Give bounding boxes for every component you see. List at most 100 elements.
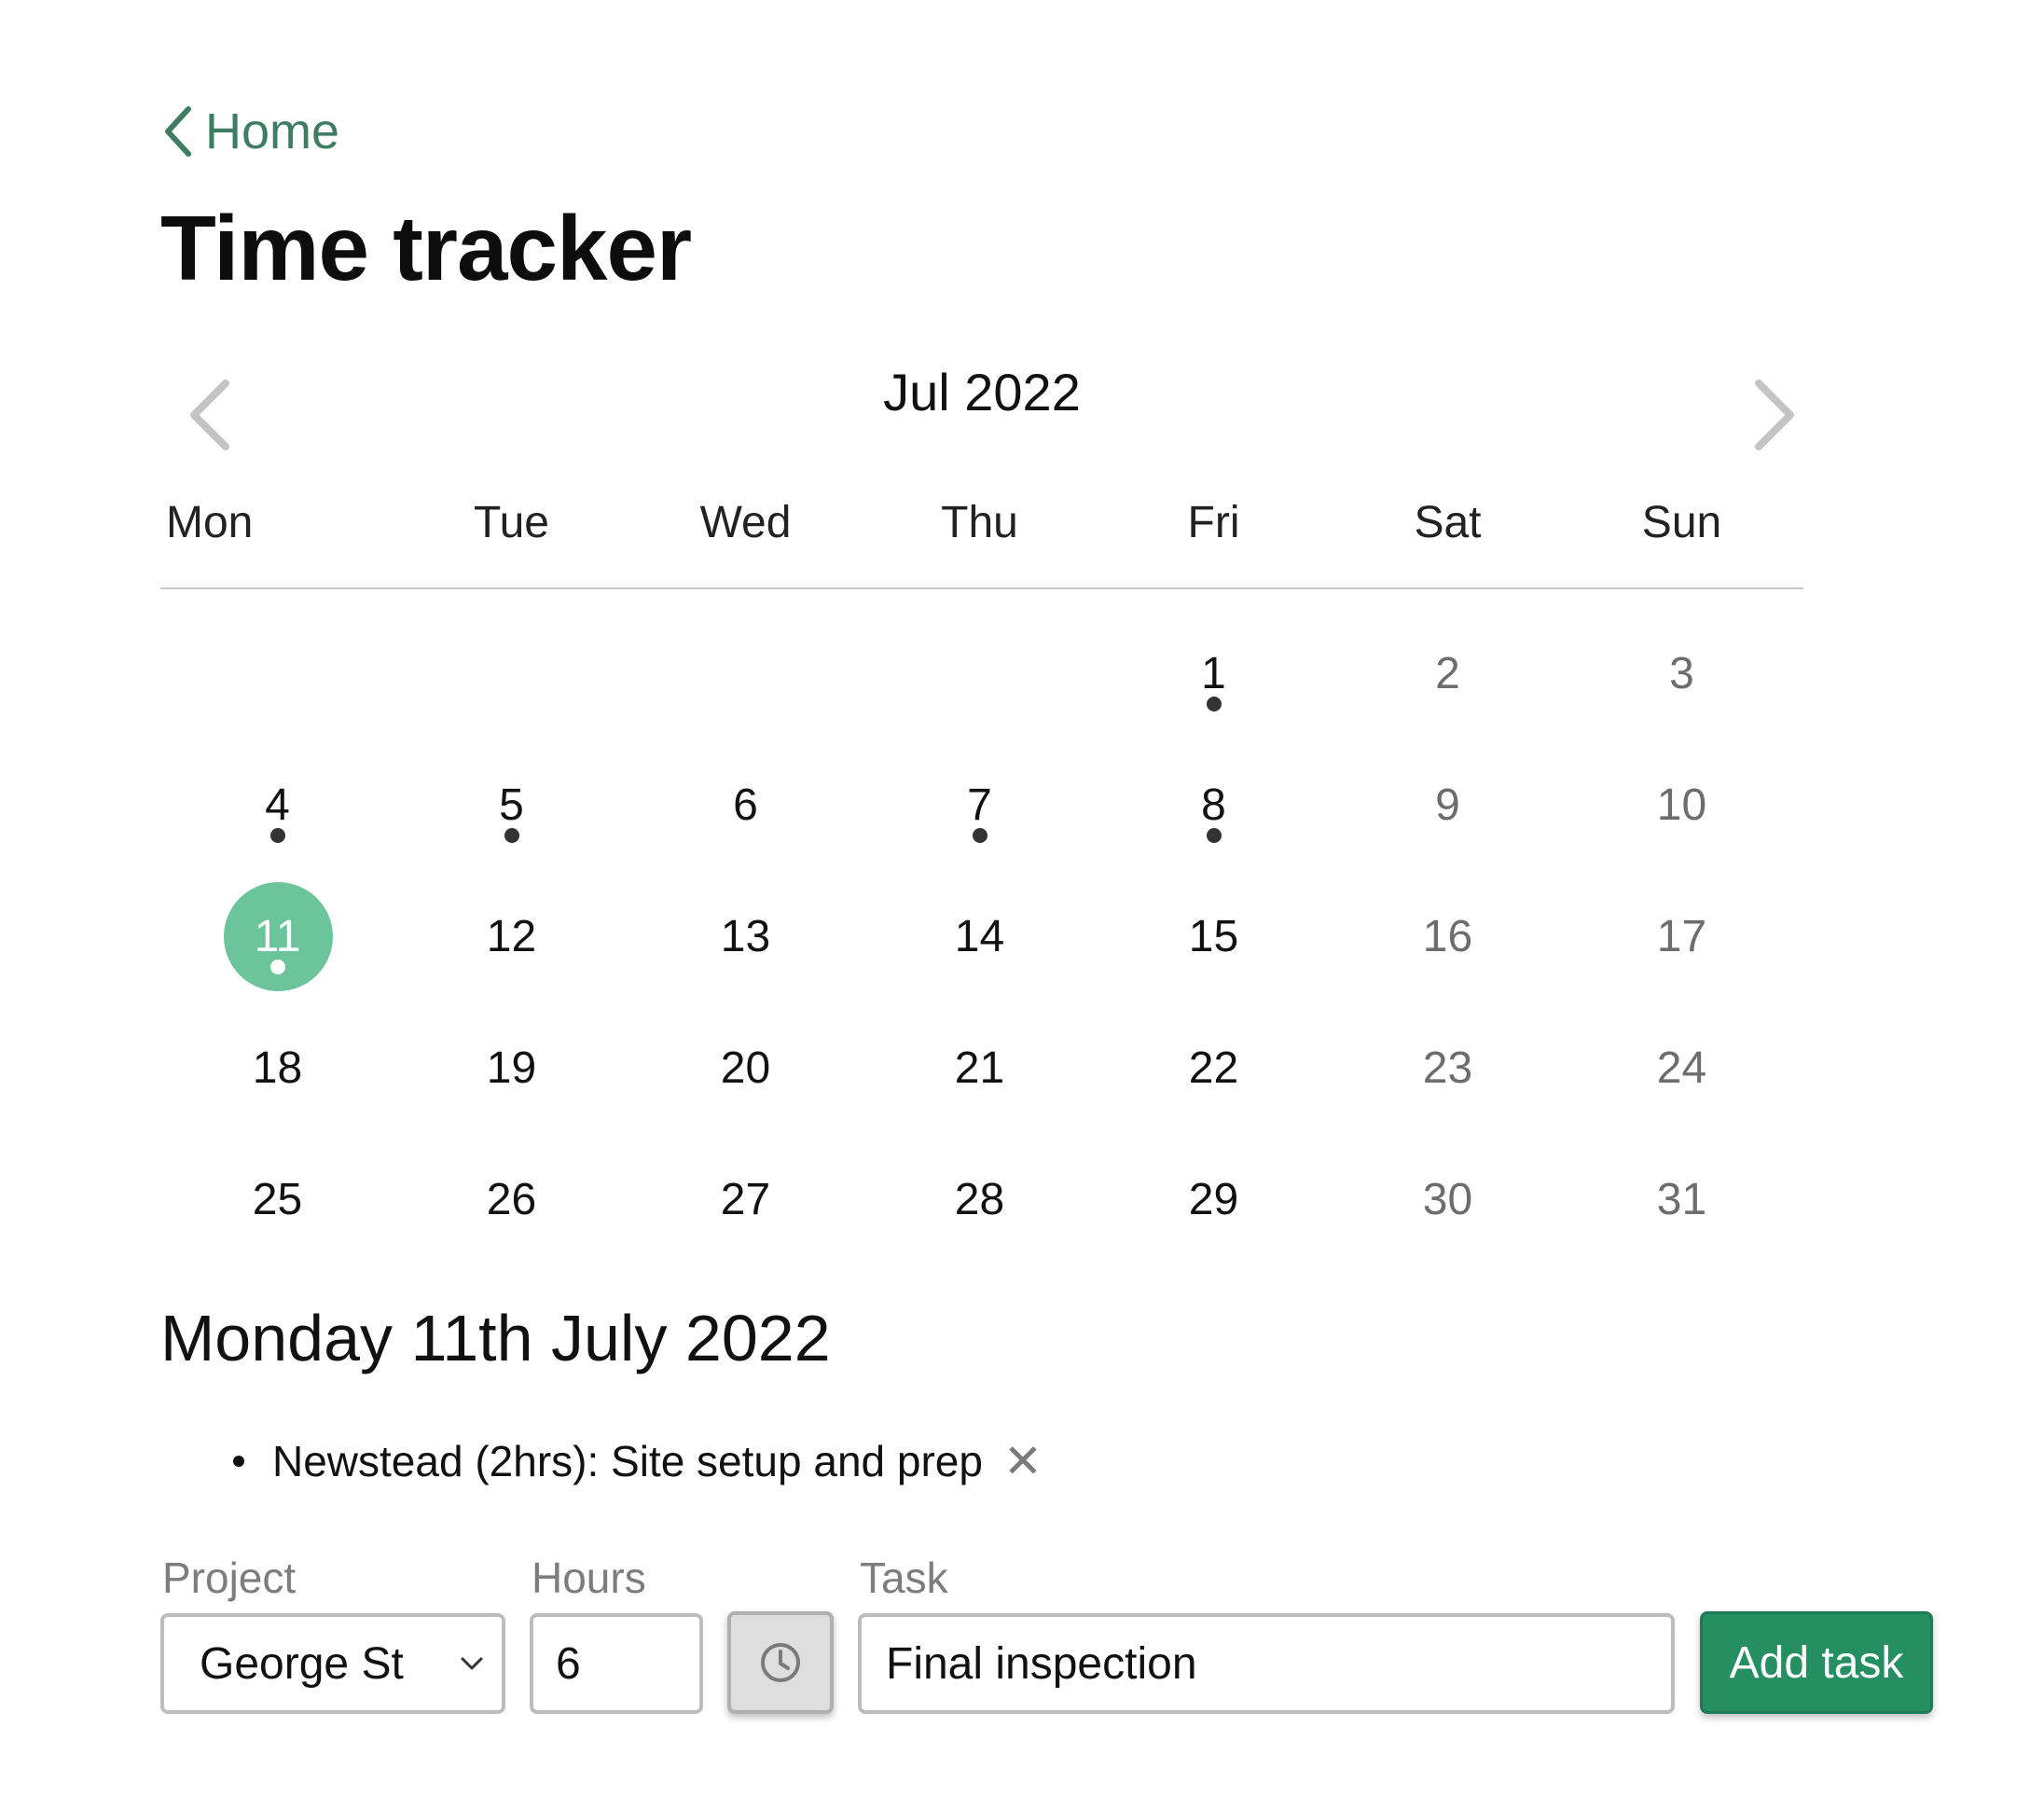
calendar-day-number: 19 <box>486 1043 537 1093</box>
project-label: Project <box>162 1554 297 1602</box>
calendar-empty-cell <box>394 608 628 739</box>
calendar-day-number: 5 <box>499 780 524 830</box>
weekday-label: Wed <box>699 497 792 547</box>
calendar-day[interactable]: 13 <box>628 871 863 1002</box>
entry-indicator-dot <box>1206 828 1222 843</box>
next-month-button[interactable] <box>1733 373 1816 457</box>
entry-indicator-dot <box>269 828 285 843</box>
back-home-link[interactable]: Home <box>160 103 339 160</box>
calendar-day[interactable]: 2 <box>1331 608 1565 739</box>
back-home-label: Home <box>205 104 340 159</box>
calendar-day[interactable]: 22 <box>1097 1002 1331 1134</box>
calendar-day-number: 13 <box>720 912 771 961</box>
task-label: Task <box>860 1554 948 1602</box>
calendar-day[interactable]: 30 <box>1331 1134 1565 1265</box>
calendar-day[interactable]: 18 <box>160 1002 394 1134</box>
calendar-day[interactable]: 31 <box>1565 1134 1799 1265</box>
calendar-day[interactable]: 5 <box>394 739 628 871</box>
clock-icon <box>761 1643 800 1682</box>
calendar-day[interactable]: 4 <box>160 739 394 871</box>
calendar-day-number: 20 <box>720 1043 771 1093</box>
calendar-divider <box>160 587 1803 589</box>
calendar-day-number: 2 <box>1435 649 1460 698</box>
calendar-day-number: 3 <box>1669 649 1694 698</box>
weekday-label: Sat <box>1414 497 1482 547</box>
calendar-day[interactable]: 20 <box>628 1002 863 1134</box>
calendar-day[interactable]: 23 <box>1331 1002 1565 1134</box>
entry-indicator-dot <box>504 828 519 843</box>
add-task-button[interactable]: Add task <box>1700 1611 1933 1714</box>
weekday-label: Thu <box>941 497 1018 547</box>
calendar-day-number: 9 <box>1435 780 1460 830</box>
list-item: Newstead (2hrs): Site setup and prep ✕ <box>233 1436 1043 1486</box>
task-entry-text: Newstead (2hrs): Site setup and prep <box>272 1437 983 1485</box>
calendar-day-number: 6 <box>733 780 758 830</box>
hours-input[interactable] <box>530 1613 703 1714</box>
calendar-day-number: 11 <box>254 912 301 961</box>
calendar-day[interactable]: 10 <box>1565 739 1799 871</box>
calendar-day-number: 26 <box>486 1175 537 1224</box>
calendar-day-number: 31 <box>1656 1175 1707 1224</box>
calendar-day-number: 8 <box>1201 780 1226 830</box>
task-input[interactable] <box>858 1613 1675 1714</box>
project-select-value: George St <box>200 1638 404 1689</box>
calendar-day[interactable]: 9 <box>1331 739 1565 871</box>
hours-label: Hours <box>532 1554 646 1602</box>
calendar-day[interactable]: 29 <box>1097 1134 1331 1265</box>
chevron-right-icon <box>1755 380 1794 450</box>
weekday-label: Fri <box>1187 497 1240 547</box>
calendar-day-grid: 1 2 3 4 5 6 7 8 9 10 11 12 13 14 15 16 17 18 19 20 21 22 23 24 2… <box>160 608 1803 1265</box>
calendar-day[interactable]: 16 <box>1331 871 1565 1002</box>
calendar-day[interactable]: 25 <box>160 1134 394 1265</box>
calendar-day-number: 15 <box>1188 912 1239 961</box>
calendar-day[interactable]: 28 <box>863 1134 1097 1265</box>
chevron-left-icon <box>165 106 191 157</box>
weekday-header-row: Mon Tue Wed Thu Fri Sat Sun <box>160 476 1803 569</box>
calendar-empty-cell <box>863 608 1097 739</box>
calendar-day[interactable]: 12 <box>394 871 628 1002</box>
calendar-day-number: 17 <box>1656 912 1707 961</box>
selected-date-heading: Monday 11th July 2022 <box>160 1302 831 1374</box>
calendar-day[interactable]: 27 <box>628 1134 863 1265</box>
bullet-icon <box>233 1456 244 1467</box>
remove-entry-icon[interactable]: ✕ <box>1003 1438 1043 1484</box>
entry-indicator-dot <box>1206 697 1222 711</box>
calendar-day[interactable]: 3 <box>1565 608 1799 739</box>
calendar-day-number: 27 <box>720 1175 771 1224</box>
calendar-day[interactable]: 17 <box>1565 871 1799 1002</box>
weekday-label: Sun <box>1641 497 1722 547</box>
calendar-day-selected[interactable]: 11 <box>160 871 394 1002</box>
calendar-day[interactable]: 6 <box>628 739 863 871</box>
project-select[interactable]: George St <box>160 1613 505 1714</box>
calendar-day[interactable]: 8 <box>1097 739 1331 871</box>
calendar-day-number: 30 <box>1422 1175 1473 1224</box>
calendar-day-number: 1 <box>1201 649 1226 698</box>
calendar-day-number: 18 <box>252 1043 303 1093</box>
calendar: Jul 2022 Mon Tue Wed Thu Fri Sat Sun 123… <box>160 354 1803 1265</box>
calendar-day-number: 10 <box>1656 780 1707 830</box>
calendar-day[interactable]: 15 <box>1097 871 1331 1002</box>
calendar-day-number: 22 <box>1188 1043 1239 1093</box>
time-picker-button[interactable] <box>727 1611 834 1714</box>
page-title: Time tracker <box>160 197 692 299</box>
weekday-label: Tue <box>474 497 549 547</box>
calendar-day-number: 21 <box>954 1043 1005 1093</box>
calendar-empty-cell <box>628 608 863 739</box>
calendar-day[interactable]: 7 <box>863 739 1097 871</box>
weekday-label: Mon <box>166 497 254 547</box>
calendar-day-number: 29 <box>1188 1175 1239 1224</box>
calendar-day[interactable]: 14 <box>863 871 1097 1002</box>
calendar-day-number: 12 <box>486 912 537 961</box>
calendar-day[interactable]: 24 <box>1565 1002 1799 1134</box>
calendar-day-number: 16 <box>1422 912 1473 961</box>
calendar-day[interactable]: 26 <box>394 1134 628 1265</box>
calendar-day-number: 23 <box>1422 1043 1473 1093</box>
calendar-day[interactable]: 21 <box>863 1002 1097 1134</box>
month-label: Jul 2022 <box>883 363 1081 421</box>
calendar-day[interactable]: 1 <box>1097 608 1331 739</box>
calendar-header: Jul 2022 <box>160 354 1803 476</box>
calendar-day[interactable]: 19 <box>394 1002 628 1134</box>
calendar-empty-cell <box>160 608 394 739</box>
entry-indicator-dot <box>972 828 987 843</box>
calendar-day-number: 7 <box>967 780 992 830</box>
